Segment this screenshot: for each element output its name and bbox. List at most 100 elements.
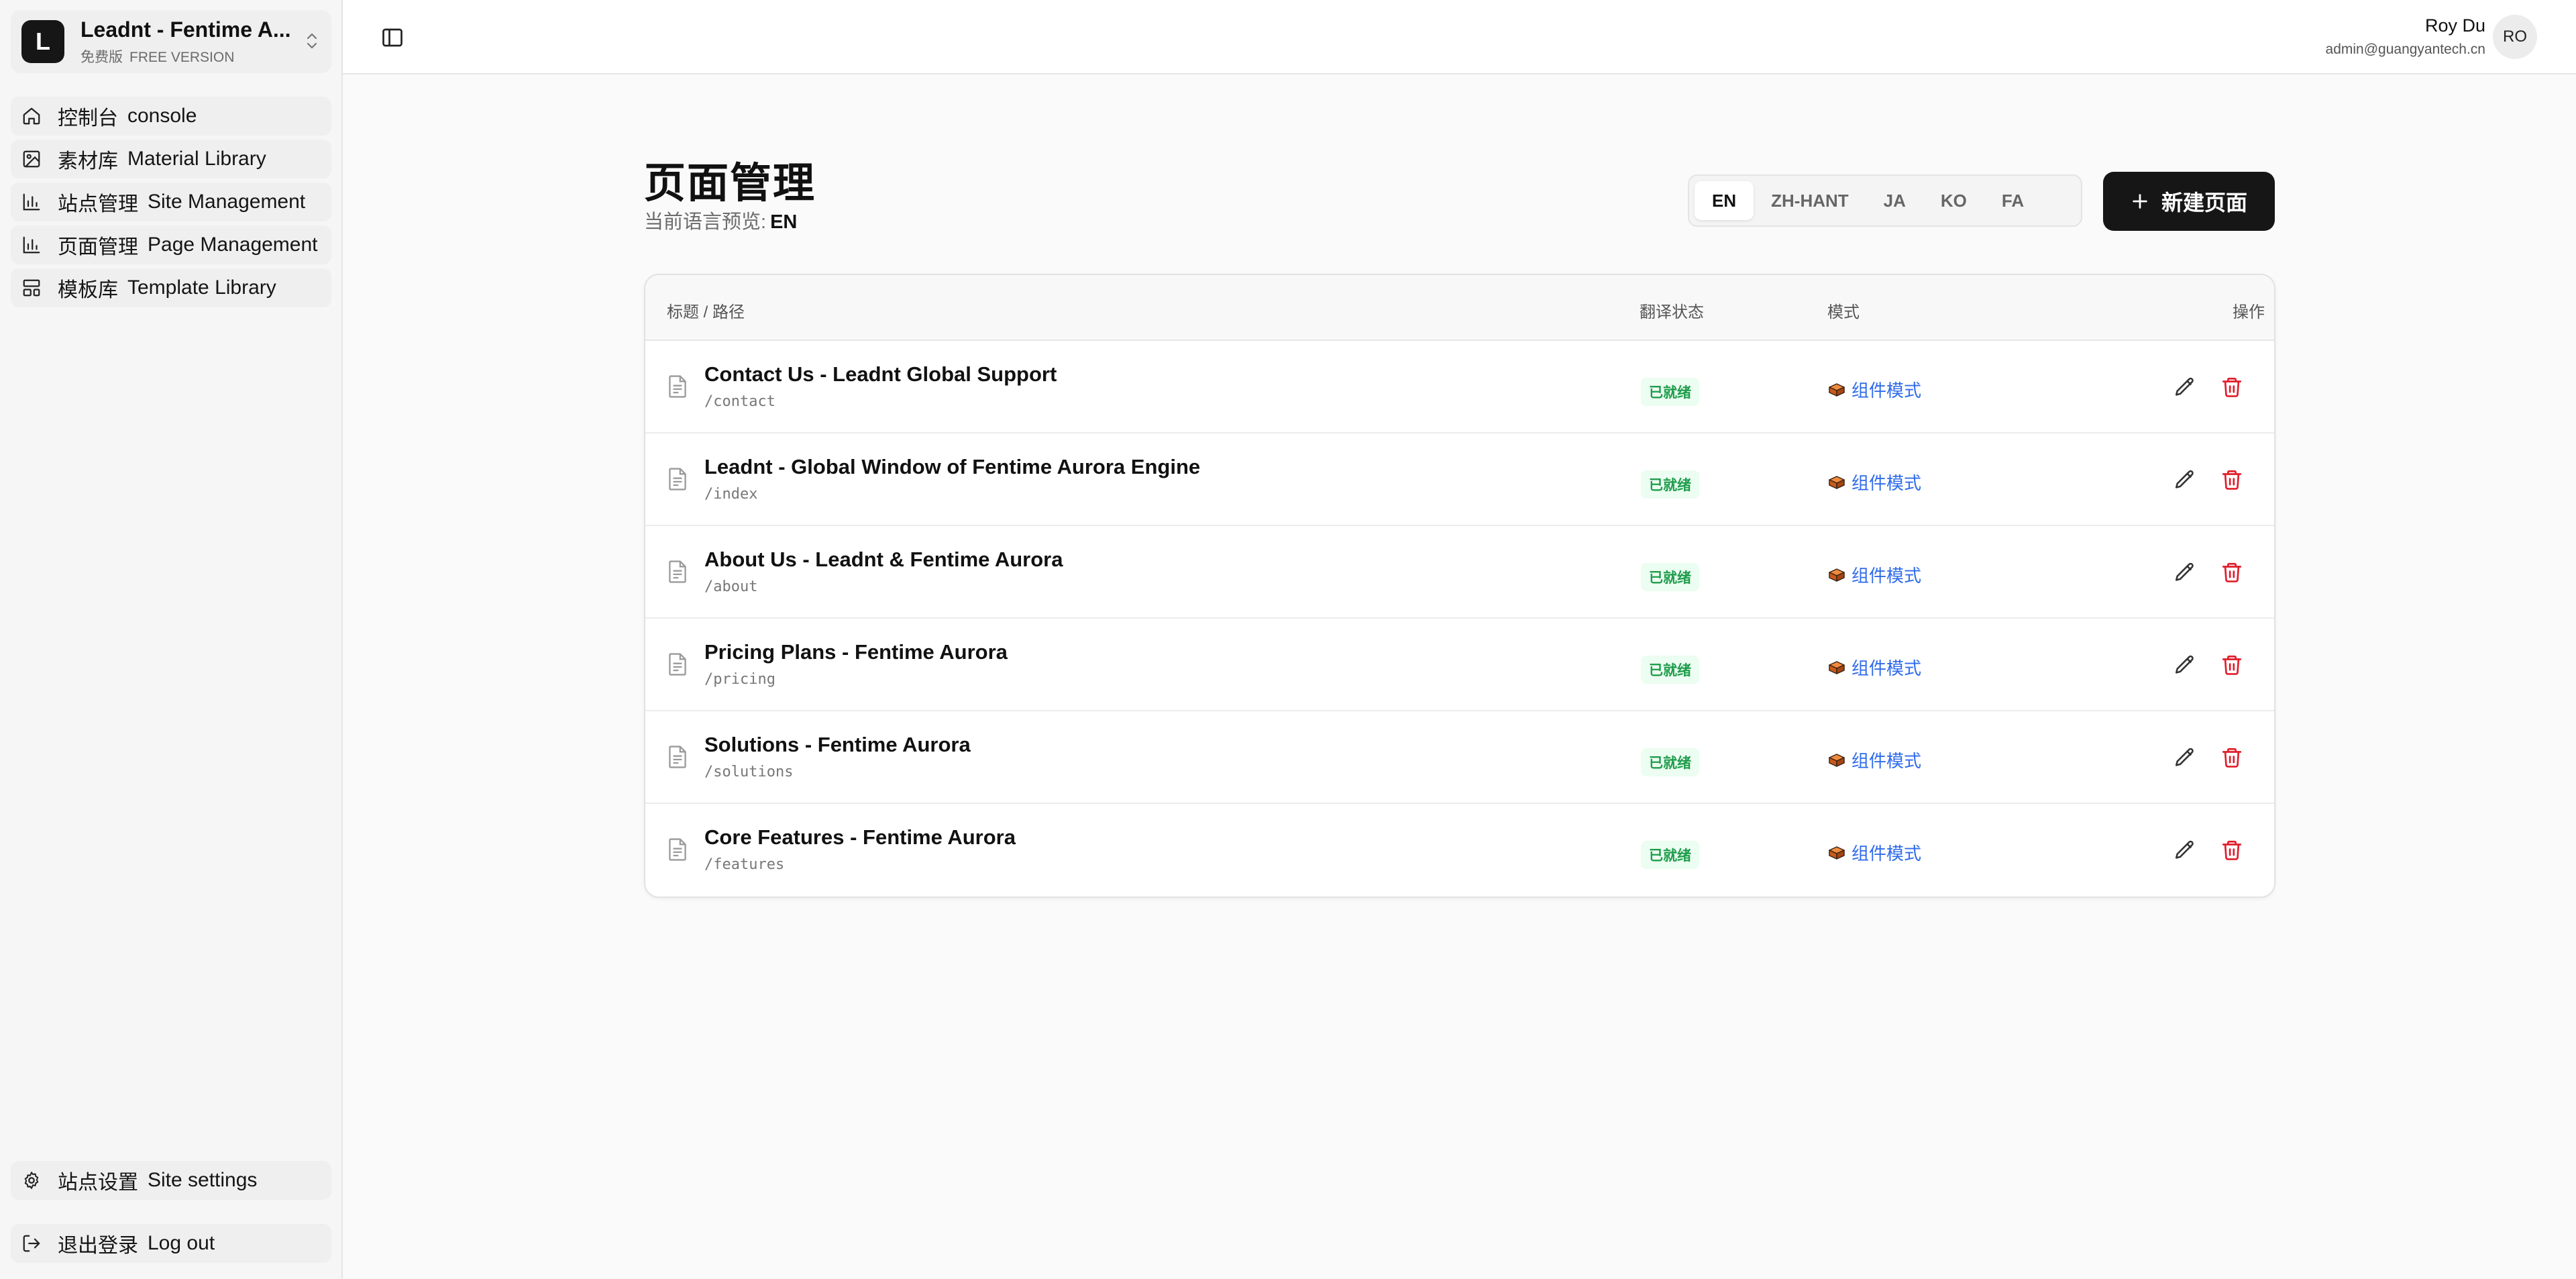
page-path-cell: /contact [704,393,775,410]
bricks-icon [1829,475,1845,489]
file-text-icon [669,838,686,861]
page-path-cell: /features [704,856,785,873]
sidebar-item-material-library[interactable]: 素材库 Material Library [11,140,331,178]
mode-link[interactable]: 组件模式 [1827,655,1921,680]
status-badge: 已就绪 [1641,841,1699,869]
tab-lang-fa[interactable]: FA [1984,181,2041,220]
language-preview: 当前语言预览: EN [644,206,797,234]
pages-table: 标题 / 路径 翻译状态 模式 操作 Contact Us - Leadnt G… [644,274,2275,898]
tab-lang-ko[interactable]: KO [1923,181,1984,220]
team-plan-en: FREE VERSION [129,49,235,65]
sidebar-item-console[interactable]: 控制台 console [11,97,331,136]
trash-icon[interactable] [2220,746,2243,769]
page-title-cell[interactable]: Contact Us - Leadnt Global Support [704,362,1057,387]
file-text-icon [669,746,686,768]
language-preview-value: EN [770,211,798,233]
status-badge: 已就绪 [1641,378,1699,406]
language-preview-label: 当前语言预览: [644,211,767,233]
mode-label: 组件模式 [1851,566,1922,586]
sidebar-item-site-settings[interactable]: 站点设置 Site settings [11,1161,331,1200]
sidebar-item-label-en: Site settings [148,1169,258,1191]
plus-icon [2133,194,2147,209]
user-name: Roy Du [2424,15,2485,36]
tab-lang-ja[interactable]: JA [1866,181,1923,220]
mode-link[interactable]: 组件模式 [1827,470,1921,495]
mode-label: 组件模式 [1851,380,1922,401]
table-row[interactable]: Contact Us - Leadnt Global Support /cont… [645,341,2274,433]
user-email: admin@guangyantech.cn [2325,42,2485,57]
sidebar-item-label-en: Page Management [148,234,318,256]
edit-icon[interactable] [2174,468,2196,491]
trash-icon[interactable] [2220,376,2243,399]
page-path-cell: /about [704,578,758,595]
bricks-icon [1829,753,1845,767]
new-page-button[interactable]: 新建页面 [2103,172,2275,231]
sidebar-item-label-zh: 退出登录 [58,1235,138,1257]
status-badge: 已就绪 [1641,656,1699,684]
logout-button[interactable]: 退出登录 Log out [11,1224,331,1263]
sidebar-item-label-en: Log out [148,1232,215,1254]
tab-lang-en[interactable]: EN [1695,181,1754,220]
mode-link[interactable]: 组件模式 [1827,840,1921,865]
trash-icon[interactable] [2220,468,2243,491]
status-badge: 已就绪 [1641,563,1699,591]
sidebar-toggle-icon[interactable] [380,25,405,50]
sidebar-item-label-en: Site Management [148,191,306,213]
sidebar-footer: 站点设置 Site settings 退出登录 Log out [11,1161,331,1279]
sidebar-item-label-en: Template Library [127,276,276,299]
page-title-cell[interactable]: Leadnt - Global Window of Fentime Aurora… [704,455,1200,479]
sidebar-item-site-management[interactable]: 站点管理 Site Management [11,183,331,221]
column-header-title: 标题 / 路径 [667,303,745,321]
bar-chart-icon [23,193,40,211]
team-info: Leadnt - Fentime A... 免费版 FREE VERSION [80,17,291,66]
edit-icon[interactable] [2174,561,2196,584]
table-row[interactable]: Core Features - Fentime Aurora /features… [645,804,2274,897]
edit-icon[interactable] [2174,376,2196,399]
mode-label: 组件模式 [1851,473,1922,493]
chevrons-up-down-icon [307,33,317,49]
page-title: 页面管理 [644,160,816,207]
table-row[interactable]: Solutions - Fentime Aurora /solutions 已就… [645,711,2274,804]
table-row[interactable]: Pricing Plans - Fentime Aurora /pricing … [645,619,2274,711]
page-title-cell[interactable]: Core Features - Fentime Aurora [704,825,1016,850]
team-plan-zh: 免费版 [80,49,123,65]
sidebar-item-label-zh: 模板库 [58,279,118,301]
edit-icon[interactable] [2174,839,2196,862]
table-row[interactable]: Leadnt - Global Window of Fentime Aurora… [645,433,2274,526]
image-library-icon [23,150,40,168]
sidebar-item-label-en: Material Library [127,148,266,170]
file-text-icon [669,468,686,491]
gear-icon [24,1172,39,1189]
sidebar-item-page-management[interactable]: 页面管理 Page Management [11,225,331,264]
bricks-icon [1829,846,1845,860]
mode-link[interactable]: 组件模式 [1827,377,1921,402]
page-title-cell[interactable]: Pricing Plans - Fentime Aurora [704,640,1008,664]
tab-lang-zh-hant[interactable]: ZH-HANT [1754,181,1866,220]
mode-label: 组件模式 [1851,658,1922,678]
trash-icon[interactable] [2220,839,2243,862]
user-info[interactable]: Roy Du admin@guangyantech.cn [2326,15,2485,58]
avatar[interactable]: RO [2493,15,2537,59]
mode-link[interactable]: 组件模式 [1827,748,1921,772]
mode-label: 组件模式 [1851,843,1922,864]
sidebar-item-label-zh: 页面管理 [58,236,138,258]
team-switcher[interactable]: L Leadnt - Fentime A... 免费版 FREE VERSION [11,10,331,73]
sidebar-item-template-library[interactable]: 模板库 Template Library [11,268,331,307]
page-title-cell[interactable]: About Us - Leadnt & Fentime Aurora [704,548,1063,572]
column-header-status: 翻译状态 [1640,303,1704,321]
edit-icon[interactable] [2174,654,2196,676]
team-logo: L [21,20,64,63]
column-header-mode: 模式 [1827,303,1860,321]
column-header-actions: 操作 [2233,303,2265,321]
sidebar-item-label-en: console [127,105,197,127]
language-switcher: EN ZH-HANT JA KO FA [1688,174,2082,227]
bricks-icon [1829,660,1845,674]
trash-icon[interactable] [2220,654,2243,676]
edit-icon[interactable] [2174,746,2196,769]
page-path-cell: /solutions [704,764,794,780]
table-row[interactable]: About Us - Leadnt & Fentime Aurora /abou… [645,526,2274,619]
page-title-cell[interactable]: Solutions - Fentime Aurora [704,733,971,757]
page-path-cell: /pricing [704,671,775,688]
trash-icon[interactable] [2220,561,2243,584]
mode-link[interactable]: 组件模式 [1827,562,1921,587]
